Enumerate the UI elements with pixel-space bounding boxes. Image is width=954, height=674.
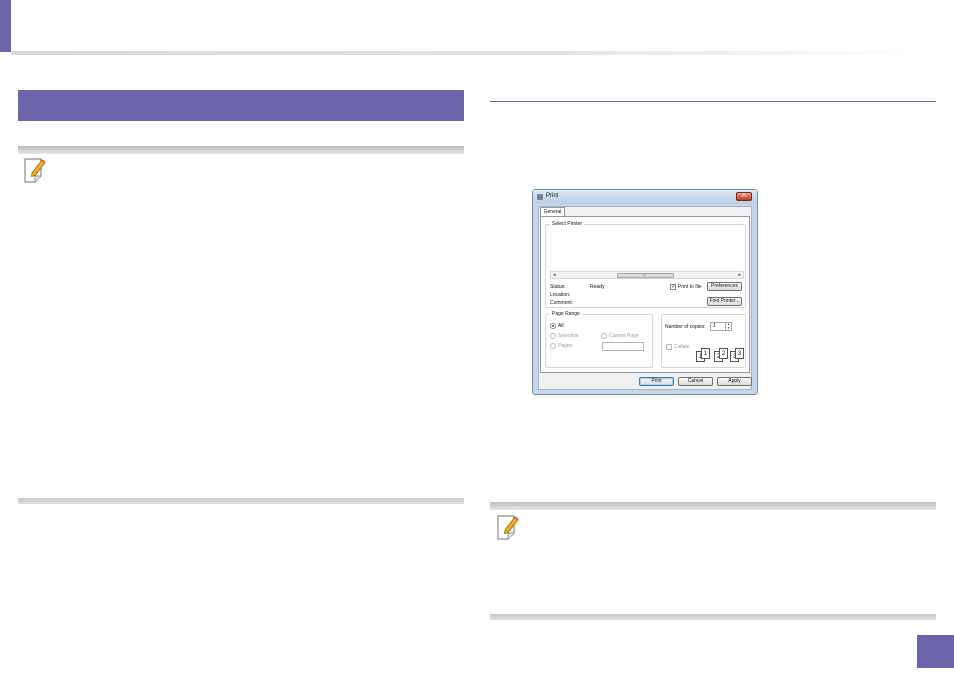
copies-stepper[interactable]: 1 ▲ ▼	[710, 322, 732, 331]
close-button[interactable]: ✕	[736, 192, 752, 201]
printer-list-scrollbar[interactable]: ◂ III ▸	[550, 271, 744, 279]
pages-input[interactable]	[602, 342, 644, 351]
note-box-top-border	[490, 502, 936, 510]
status-label: Status:	[550, 284, 566, 290]
print-button[interactable]: Print	[639, 377, 674, 386]
note-pencil-icon	[495, 513, 521, 541]
section-title-bar	[18, 90, 464, 121]
page-range-label: Page Range	[550, 311, 582, 317]
status-value: Ready	[590, 284, 605, 290]
collate-label: Collate	[674, 344, 690, 350]
range-all-label: All	[558, 323, 564, 329]
note-pencil-icon	[22, 156, 48, 184]
range-current-page-radio[interactable]	[601, 333, 607, 339]
scrollbar-grip: III	[643, 272, 647, 277]
note-box-bottom-border	[18, 498, 464, 504]
range-current-page-label: Current Page	[609, 333, 639, 339]
range-all-radio[interactable]	[550, 323, 556, 329]
stepper-arrows-icon[interactable]: ▲ ▼	[725, 322, 731, 330]
select-printer-group: Select Printer ◂ III ▸ Status: Ready Loc…	[545, 221, 746, 308]
location-label: Location:	[550, 292, 571, 298]
scroll-left-arrow-icon[interactable]: ◂	[553, 272, 556, 278]
general-tab-panel: Select Printer ◂ III ▸ Status: Ready Loc…	[540, 216, 750, 373]
find-printer-button[interactable]: Find Printer...	[707, 297, 742, 306]
apply-button[interactable]: Apply	[717, 377, 752, 386]
print-dialog: Print ✕ General Select Printer ◂ III ▸ S…	[532, 189, 758, 395]
range-pages-radio[interactable]	[550, 343, 556, 349]
page-number-badge	[917, 635, 954, 668]
range-selection-label: Selection	[558, 333, 579, 339]
preferences-button[interactable]: Preferences	[707, 282, 742, 291]
copies-group: Number of copies: 1 ▲▼ Collate 1 1 2 2 3…	[661, 314, 746, 368]
collate-page-icon: 2	[719, 348, 728, 359]
scroll-right-arrow-icon[interactable]: ▸	[738, 272, 741, 278]
copies-value: 1	[713, 323, 716, 329]
collate-page-icon: 3	[735, 348, 744, 359]
note-box-top-border	[18, 146, 464, 154]
collate-checkbox[interactable]	[666, 344, 672, 350]
printer-icon	[537, 194, 543, 200]
header-accent-tab	[0, 0, 11, 52]
dialog-title: Print	[546, 193, 559, 199]
header-divider	[11, 51, 921, 55]
collate-page-icon: 1	[701, 348, 710, 359]
right-section-rule	[490, 101, 936, 102]
range-selection-radio[interactable]	[550, 333, 556, 339]
print-to-file-checkbox[interactable]	[670, 283, 676, 290]
cancel-button[interactable]: Cancel	[678, 377, 713, 386]
note-box-bottom-border	[490, 614, 936, 620]
select-printer-label: Select Printer	[550, 221, 585, 227]
page-range-group: Page Range All Selection Current Page Pa…	[545, 311, 653, 368]
print-to-file-label: Print to file	[678, 284, 702, 290]
comment-label: Comment:	[550, 300, 574, 306]
dialog-title-bar: Print ✕	[533, 190, 757, 204]
copies-label: Number of copies:	[665, 324, 706, 330]
printer-list[interactable]	[550, 231, 744, 269]
range-pages-label: Pages:	[558, 343, 574, 349]
